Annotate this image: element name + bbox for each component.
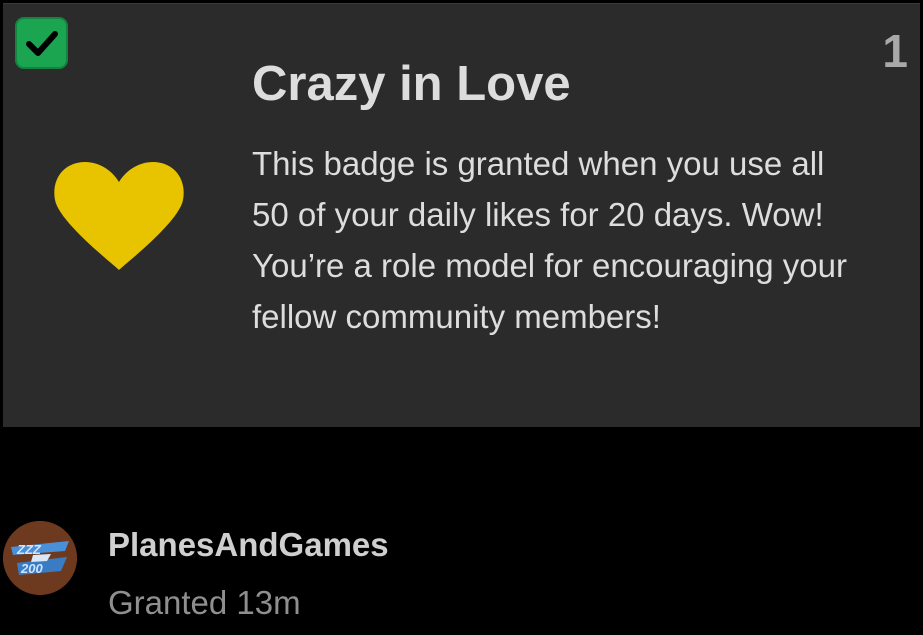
svg-text:200: 200 [20, 561, 43, 576]
badge-title: Crazy in Love [252, 57, 571, 111]
username-link[interactable]: PlanesAndGames [108, 526, 389, 564]
svg-text:ZZZ: ZZZ [16, 542, 42, 557]
granted-user-row[interactable]: ZZZ 200 PlanesAndGames Granted 13m [0, 510, 923, 630]
page: 1 Crazy in Love This badge is granted wh… [0, 0, 923, 635]
badge-card[interactable]: 1 Crazy in Love This badge is granted wh… [3, 3, 920, 427]
user-avatar[interactable]: ZZZ 200 [3, 521, 77, 595]
checkmark-icon [15, 17, 68, 69]
heart-icon [54, 162, 184, 270]
plane-logo-avatar: ZZZ 200 [3, 521, 77, 595]
badge-description: This badge is granted when you use all 5… [252, 145, 847, 335]
badge-count: 1 [882, 25, 908, 77]
granted-time: Granted 13m [108, 584, 301, 621]
